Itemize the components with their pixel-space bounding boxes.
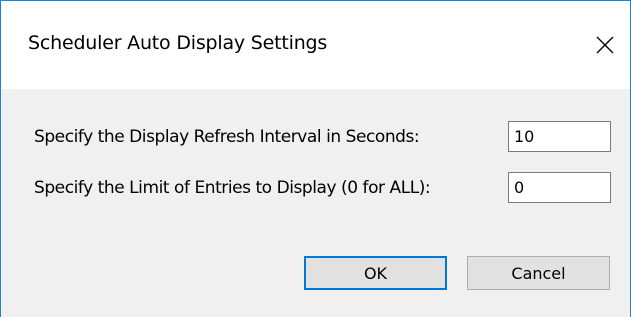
close-icon: [596, 36, 614, 54]
settings-dialog: Scheduler Auto Display Settings Specify …: [0, 0, 631, 317]
dialog-title: Scheduler Auto Display Settings: [28, 32, 328, 54]
title-bar: Scheduler Auto Display Settings: [1, 1, 630, 89]
cancel-button[interactable]: Cancel: [467, 256, 610, 290]
ok-button[interactable]: OK: [304, 256, 447, 290]
entry-limit-input[interactable]: [508, 172, 611, 203]
close-button[interactable]: [580, 1, 630, 89]
entry-limit-label: Specify the Limit of Entries to Display …: [34, 178, 431, 198]
refresh-interval-input[interactable]: [508, 121, 611, 152]
refresh-interval-label: Specify the Display Refresh Interval in …: [34, 127, 420, 147]
